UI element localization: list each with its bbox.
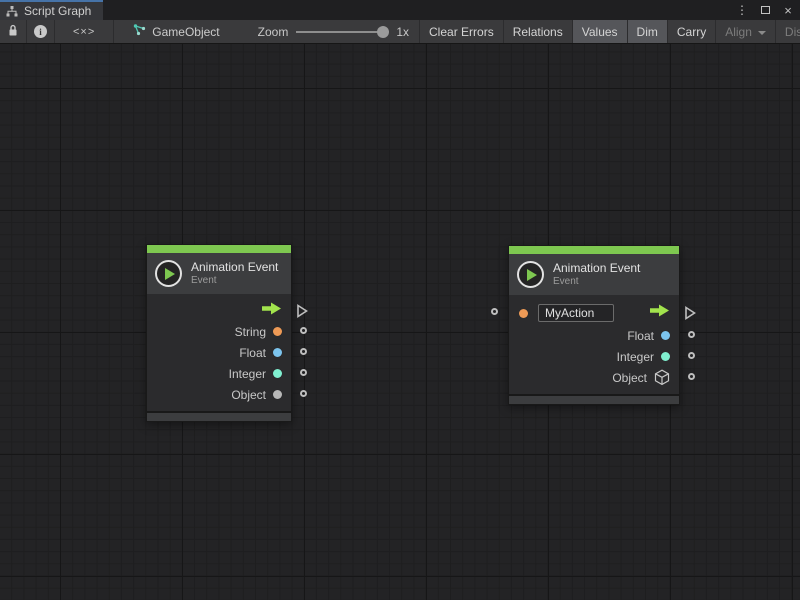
port-row-float: Float [509,325,679,346]
node-header[interactable]: Animation Event Event [147,253,291,294]
align-dropdown[interactable]: Align [716,20,776,43]
dim-toggle[interactable]: Dim [628,20,668,43]
align-label: Align [725,25,752,39]
maximize-icon[interactable] [757,2,773,18]
node-title: Animation Event [553,261,640,275]
flow-arrow-icon [261,302,282,320]
string-output-port[interactable] [300,327,307,334]
distribute-label: Distribute [785,25,800,39]
node-subtitle: Event [191,275,278,287]
node-footer [509,394,679,404]
integer-output-port[interactable] [300,369,307,376]
object-output-port[interactable] [688,373,695,380]
float-type-icon [661,331,670,340]
clear-errors-button[interactable]: Clear Errors [420,20,504,43]
graph-canvas[interactable]: Animation Event Event [0,44,800,600]
object-type-icon [273,390,282,399]
node-accent-bar [147,245,291,253]
tab-script-graph[interactable]: Script Graph [0,0,103,20]
port-row-object: Object [147,384,291,405]
node-header[interactable]: Animation Event Event [509,254,679,295]
cube-icon [654,369,670,386]
zoom-control: Zoom 1x [230,20,420,43]
tab-title: Script Graph [24,4,91,18]
menu-icon[interactable]: ⋮ [734,2,750,18]
zoom-value: 1x [396,25,409,39]
zoom-slider[interactable] [296,25,388,39]
code-angle-icon: <×> [73,26,95,38]
name-input-port[interactable] [491,308,498,315]
object-output-port[interactable] [300,390,307,397]
toolbar: i <×> GameObject Zoom 1x Cle [0,20,800,44]
port-label: Object [612,371,647,385]
string-type-icon [273,327,282,336]
node-subtitle: Event [553,276,640,288]
float-type-icon [273,348,282,357]
node-body: Float Integer Object [509,295,679,394]
window-controls: ⋮ × [734,0,796,20]
script-graph-window: Script Graph ⋮ × i <×> [0,0,800,600]
close-icon[interactable]: × [780,2,796,18]
string-type-icon [519,309,528,318]
port-row-flow-output [147,300,291,321]
event-name-input[interactable] [538,304,614,322]
zoom-slider-handle[interactable] [377,26,389,38]
node-animation-event-2[interactable]: Animation Event Event [508,245,680,405]
float-output-port[interactable] [688,331,695,338]
integer-type-icon [273,369,282,378]
node-footer [147,411,291,421]
graph-pointer-icon [133,24,146,39]
zoom-slider-track [296,31,388,33]
node-title: Animation Event [191,260,278,274]
chevron-down-icon [758,31,766,35]
zoom-label: Zoom [258,25,289,39]
integer-output-port[interactable] [688,352,695,359]
port-row-integer: Integer [147,363,291,384]
float-output-port[interactable] [300,348,307,355]
port-label: Integer [617,350,654,364]
info-button[interactable]: i [27,20,55,43]
graph-target: GameObject [114,20,229,43]
values-toggle[interactable]: Values [573,20,628,43]
lock-icon [7,24,19,40]
node-body: String Float Integer Object [147,294,291,411]
graph-target-label: GameObject [152,25,219,39]
info-icon: i [34,25,47,38]
port-label: String [235,325,266,339]
event-play-icon [517,261,544,288]
flow-arrow-icon [649,304,670,322]
flow-output-port[interactable] [296,304,308,323]
port-label: Integer [229,367,266,381]
flow-output-port[interactable] [684,306,696,325]
relations-toggle[interactable]: Relations [504,20,573,43]
port-row-object: Object [509,367,679,388]
port-label: Object [231,388,266,402]
port-row-float: Float [147,342,291,363]
node-accent-bar [509,246,679,254]
port-label: Float [239,346,266,360]
integer-type-icon [661,352,670,361]
carry-toggle[interactable]: Carry [668,20,716,43]
event-play-icon [155,260,182,287]
port-row-name-flow [509,301,679,325]
port-label: Float [627,329,654,343]
distribute-dropdown[interactable]: Distribute [776,20,800,43]
node-animation-event-1[interactable]: Animation Event Event [146,244,292,422]
port-row-string: String [147,321,291,342]
port-row-integer: Integer [509,346,679,367]
lock-button[interactable] [0,20,27,43]
code-view-button[interactable]: <×> [55,20,114,43]
graph-hierarchy-icon [6,6,18,17]
tab-bar: Script Graph ⋮ × [0,0,800,20]
